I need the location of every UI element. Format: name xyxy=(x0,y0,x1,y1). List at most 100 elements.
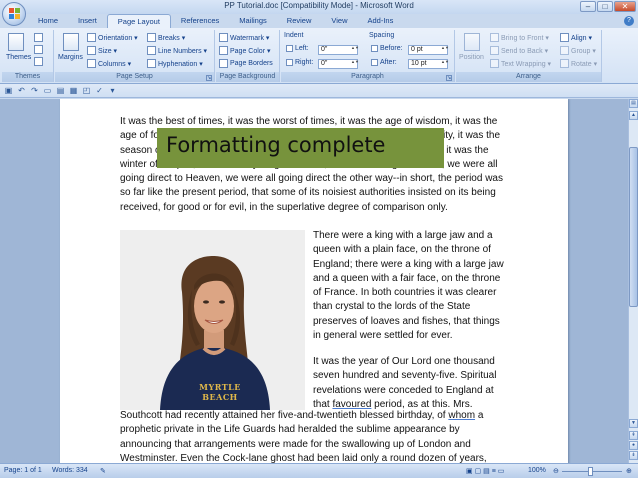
select-browse-object-icon[interactable]: ● xyxy=(629,441,638,450)
align-button[interactable]: Align ▾ xyxy=(560,33,592,42)
tab-review[interactable]: Review xyxy=(277,14,322,28)
undo-icon[interactable]: ↶ xyxy=(17,86,26,95)
title-bar: PP Tutorial.doc [Compatibility Mode] - M… xyxy=(0,0,638,14)
full-screen-view-icon[interactable]: ▢ xyxy=(475,468,482,475)
scroll-down-icon[interactable]: ▼ xyxy=(629,419,638,428)
rotate-button[interactable]: Rotate ▾ xyxy=(560,59,597,68)
text-wrapping-icon xyxy=(490,59,499,68)
help-icon[interactable]: ? xyxy=(624,16,634,26)
size-button[interactable]: Size ▾ xyxy=(87,46,117,55)
page-background-group-label: Page Background xyxy=(216,72,279,82)
arrange-group: Position Bring to Front ▾ Send to Back ▾… xyxy=(456,30,602,82)
group-icon xyxy=(560,46,569,55)
theme-fonts-icon[interactable] xyxy=(34,45,43,54)
line-numbers-label: Line Numbers ▾ xyxy=(158,47,208,55)
preview-icon[interactable]: ◰ xyxy=(82,86,91,95)
outline-view-icon[interactable]: ≡ xyxy=(492,468,496,475)
size-icon xyxy=(87,46,96,55)
print-icon[interactable]: ▦ xyxy=(69,86,78,95)
bring-to-front-button[interactable]: Bring to Front ▾ xyxy=(490,33,549,42)
minimize-button[interactable]: – xyxy=(580,1,596,12)
draft-view-icon[interactable]: ▭ xyxy=(498,468,505,475)
vertical-scrollbar[interactable]: ▤ ▲ ▼ ⇞ ● ⇟ xyxy=(628,99,638,463)
scroll-up-icon[interactable]: ▲ xyxy=(629,111,638,120)
themes-group-label: Themes xyxy=(2,72,53,82)
indent-left-field[interactable]: 0" xyxy=(318,45,358,55)
inserted-photo[interactable]: MYRTLE BEACH xyxy=(120,230,305,410)
previous-page-icon[interactable]: ⇞ xyxy=(629,431,638,440)
send-to-back-button[interactable]: Send to Back ▾ xyxy=(490,46,548,55)
columns-button[interactable]: Columns ▾ xyxy=(87,59,131,68)
tab-home[interactable]: Home xyxy=(28,14,68,28)
group-label: Group ▾ xyxy=(571,47,596,55)
spelling-icon[interactable]: ✓ xyxy=(95,86,104,95)
group-button[interactable]: Group ▾ xyxy=(560,46,596,55)
text-wrapping-button[interactable]: Text Wrapping ▾ xyxy=(490,59,551,68)
zoom-level[interactable]: 100% xyxy=(528,467,546,474)
page-setup-launcher-icon[interactable]: ↘ xyxy=(206,75,212,81)
orientation-icon xyxy=(87,33,96,42)
zoom-out-icon[interactable]: ⊖ xyxy=(553,467,559,475)
maximize-button[interactable]: □ xyxy=(597,1,613,12)
send-to-back-label: Send to Back ▾ xyxy=(501,47,549,55)
orientation-label: Orientation ▾ xyxy=(98,34,138,42)
next-page-icon[interactable]: ⇟ xyxy=(629,451,638,460)
tab-add-ins[interactable]: Add-Ins xyxy=(358,14,404,28)
hyphenation-button[interactable]: Hyphenation ▾ xyxy=(147,59,203,68)
breaks-button[interactable]: Breaks ▾ xyxy=(147,33,185,42)
theme-colors-icon[interactable] xyxy=(34,33,43,42)
quick-access-toolbar: ▣ ↶ ↷ ▭ ▤ ▦ ◰ ✓ ▾ xyxy=(0,84,638,98)
spacing-before-field[interactable]: 0 pt xyxy=(408,45,448,55)
tab-view[interactable]: View xyxy=(321,14,357,28)
tab-page-layout[interactable]: Page Layout xyxy=(106,14,171,28)
office-button[interactable] xyxy=(2,2,26,26)
tab-references[interactable]: References xyxy=(171,14,229,28)
save-icon[interactable]: ▣ xyxy=(4,86,13,95)
arrange-group-label: Arrange xyxy=(456,72,601,82)
spacing-after-field[interactable]: 10 pt xyxy=(408,59,448,69)
hyphenation-icon xyxy=(147,59,156,68)
page-borders-label: Page Borders xyxy=(230,60,273,67)
margins-button[interactable]: Margins xyxy=(58,54,83,61)
spacing-after-text: After: xyxy=(380,59,397,66)
page-setup-group-label: Page Setup xyxy=(55,72,214,82)
margins-icon[interactable] xyxy=(63,33,79,51)
tab-insert[interactable]: Insert xyxy=(68,14,107,28)
orientation-button[interactable]: Orientation ▾ xyxy=(87,33,138,42)
tab-mailings[interactable]: Mailings xyxy=(229,14,277,28)
new-document-icon[interactable]: ▭ xyxy=(43,86,52,95)
page-borders-button[interactable]: Page Borders xyxy=(219,59,273,68)
position-button[interactable]: Position xyxy=(459,54,484,61)
customize-toolbar-icon[interactable]: ▾ xyxy=(108,86,117,95)
rotate-label: Rotate ▾ xyxy=(571,60,598,68)
page-count[interactable]: Page: 1 of 1 xyxy=(4,467,42,474)
proofing-icon[interactable]: ✎ xyxy=(100,467,106,475)
print-layout-view-icon[interactable]: ▣ xyxy=(466,468,473,475)
status-bar: Page: 1 of 1 Words: 334 ✎ ▣ ▢ ▤ ≡ ▭ 100%… xyxy=(0,463,638,478)
line-numbers-button[interactable]: Line Numbers ▾ xyxy=(147,46,207,55)
ruler-toggle-icon[interactable]: ▤ xyxy=(629,99,638,108)
page-color-button[interactable]: Page Color ▾ xyxy=(219,46,270,55)
window-controls: – □ ✕ xyxy=(580,1,636,12)
word-count[interactable]: Words: 334 xyxy=(52,467,88,474)
hyphenation-label: Hyphenation ▾ xyxy=(158,60,203,68)
paragraph-launcher-icon[interactable]: ↘ xyxy=(446,75,452,81)
themes-icon[interactable] xyxy=(8,33,24,51)
watermark-button[interactable]: Watermark ▾ xyxy=(219,33,269,42)
scroll-thumb[interactable] xyxy=(629,147,638,307)
zoom-slider-handle[interactable] xyxy=(588,467,593,476)
web-layout-view-icon[interactable]: ▤ xyxy=(483,468,490,475)
breaks-icon xyxy=(147,33,156,42)
zoom-in-icon[interactable]: ⊕ xyxy=(626,467,632,475)
indent-right-field[interactable]: 0" xyxy=(318,59,358,69)
themes-button[interactable]: Themes xyxy=(6,54,31,61)
close-button[interactable]: ✕ xyxy=(614,1,636,12)
indent-right-text: Right: xyxy=(295,59,314,66)
theme-effects-icon[interactable] xyxy=(34,57,43,66)
paragraph-4-text-a: Southcott had recently attained her five… xyxy=(120,410,449,421)
redo-icon[interactable]: ↷ xyxy=(30,86,39,95)
open-icon[interactable]: ▤ xyxy=(56,86,65,95)
position-icon[interactable] xyxy=(464,33,480,51)
watermark-label: Watermark ▾ xyxy=(230,34,270,42)
themes-group: Themes Themes xyxy=(2,30,54,82)
